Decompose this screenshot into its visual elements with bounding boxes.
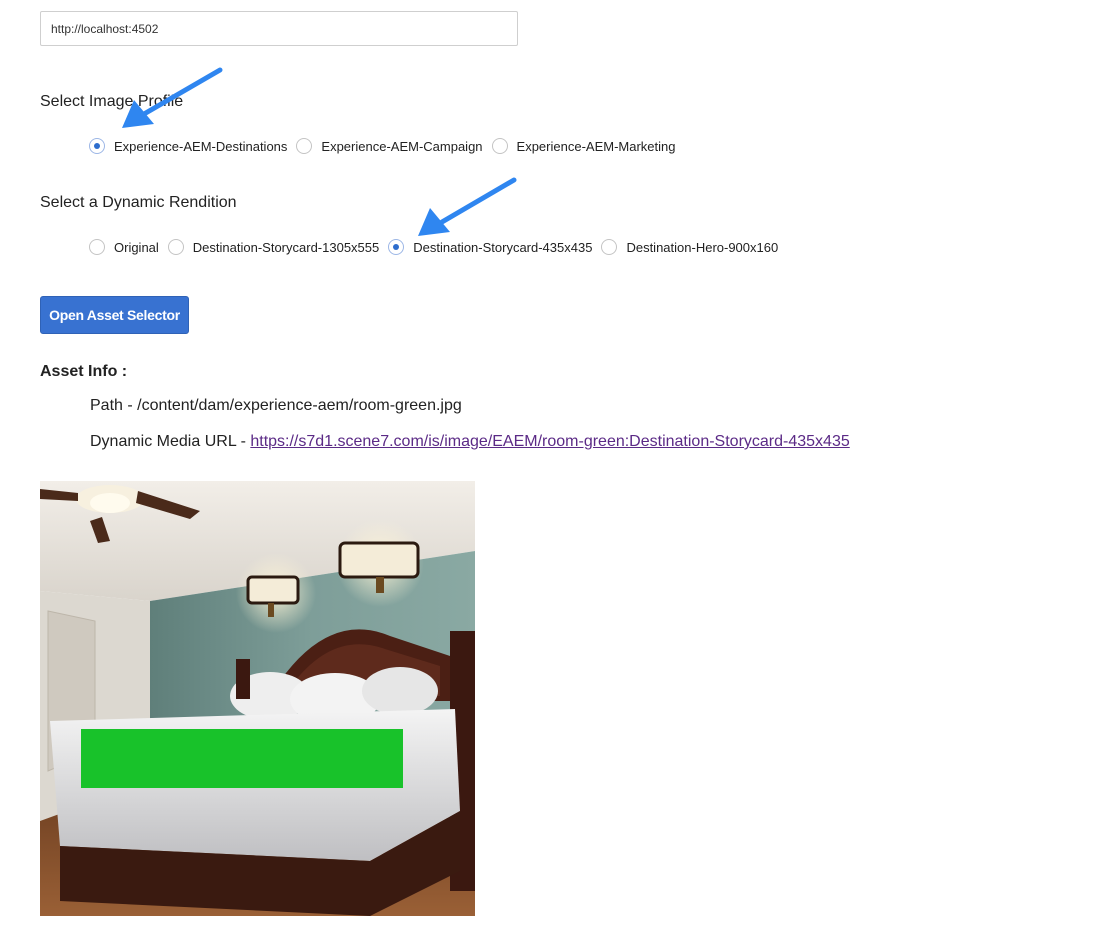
radio-option-storycard-1305x555[interactable]: Destination-Storycard-1305x555	[167, 239, 380, 255]
dynamic-media-url-link[interactable]: https://s7d1.scene7.com/is/image/EAEM/ro…	[250, 433, 849, 450]
dynamic-media-url-line: Dynamic Media URL - https://s7d1.scene7.…	[90, 433, 850, 451]
radio-option-original[interactable]: Original	[89, 239, 159, 255]
radio-button[interactable]	[89, 138, 105, 154]
server-url-input[interactable]	[40, 11, 518, 46]
radio-label: Experience-AEM-Destinations	[114, 138, 288, 154]
radio-label: Original	[114, 239, 159, 255]
radio-button[interactable]	[601, 239, 618, 255]
asset-path-value: /content/dam/experience-aem/room-green.j…	[137, 397, 462, 414]
rendition-preview-image	[40, 481, 475, 916]
radio-button[interactable]	[491, 138, 508, 154]
radio-option-experience-aem-marketing[interactable]: Experience-AEM-Marketing	[491, 138, 676, 154]
radio-button[interactable]	[388, 239, 405, 255]
asset-path-line: Path - /content/dam/experience-aem/room-…	[90, 397, 462, 415]
annotation-arrow-icon	[418, 177, 517, 236]
radio-button[interactable]	[296, 138, 313, 154]
radio-label: Destination-Storycard-1305x555	[192, 239, 380, 255]
radio-label: Experience-AEM-Marketing	[516, 138, 676, 154]
image-profile-radio-group: Experience-AEM-Destinations Experience-A…	[89, 136, 684, 156]
radio-option-experience-aem-destinations[interactable]: Experience-AEM-Destinations	[89, 138, 287, 154]
radio-option-experience-aem-campaign[interactable]: Experience-AEM-Campaign	[296, 138, 483, 154]
dynamic-media-url-prefix: Dynamic Media URL -	[90, 433, 251, 450]
radio-button[interactable]	[167, 239, 184, 255]
asset-path-prefix: Path -	[90, 397, 138, 414]
asset-info-title: Asset Info :	[40, 363, 128, 380]
radio-label: Experience-AEM-Campaign	[321, 138, 483, 154]
open-asset-selector-button[interactable]: Open Asset Selector	[40, 296, 189, 334]
rendition-label: Select a Dynamic Rendition	[40, 194, 237, 211]
radio-option-hero-900x160[interactable]: Destination-Hero-900x160	[601, 239, 778, 255]
annotation-arrow-icon	[122, 67, 223, 128]
radio-button[interactable]	[89, 239, 105, 255]
radio-label: Destination-Hero-900x160	[626, 239, 779, 255]
